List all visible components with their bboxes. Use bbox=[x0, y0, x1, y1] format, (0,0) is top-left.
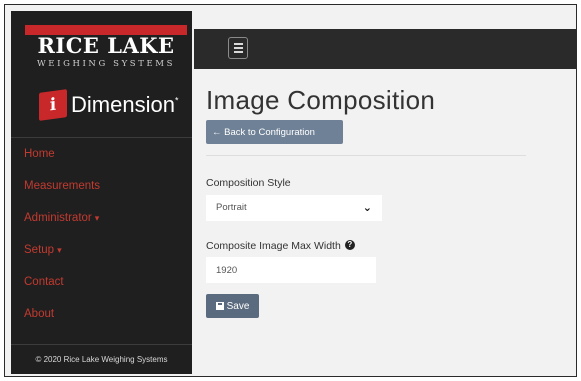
product-brand: i Dimension* bbox=[39, 89, 178, 121]
composition-style-label: Composition Style bbox=[206, 177, 291, 189]
sidebar: RICE LAKE WEIGHING SYSTEMS i Dimension* … bbox=[11, 11, 192, 374]
sidebar-item-home[interactable]: Home bbox=[24, 148, 55, 160]
app-window: RICE LAKE WEIGHING SYSTEMS i Dimension* … bbox=[4, 4, 577, 377]
sidebar-item-about[interactable]: About bbox=[24, 308, 54, 320]
save-button-label: Save bbox=[226, 300, 250, 312]
sidebar-item-contact[interactable]: Contact bbox=[24, 276, 64, 288]
hamburger-menu-button[interactable] bbox=[228, 37, 248, 59]
sidebar-item-label: About bbox=[24, 308, 55, 320]
sidebar-item-setup[interactable]: Setup ▾ bbox=[24, 244, 62, 256]
sidebar-item-label: Setup bbox=[24, 244, 55, 256]
product-name: Dimension* bbox=[71, 92, 178, 118]
hamburger-icon bbox=[233, 43, 243, 45]
hamburger-icon-line bbox=[233, 51, 243, 53]
sidebar-nav: Home Measurements Administrator ▾ Setup ▾ … bbox=[11, 137, 192, 320]
hamburger-icon-line bbox=[233, 47, 243, 49]
sidebar-item-administrator[interactable]: Administrator ▾ bbox=[24, 212, 99, 224]
logo-sub-text: WEIGHING SYSTEMS bbox=[36, 59, 176, 69]
composition-style-value: Portrait bbox=[216, 202, 247, 213]
section-divider bbox=[206, 155, 526, 156]
product-name-text: Dimension bbox=[71, 92, 175, 117]
back-to-configuration-button[interactable]: ← Back to Configuration bbox=[206, 120, 343, 144]
floppy-disk-icon bbox=[215, 302, 224, 310]
chevron-down-icon: ⌄ bbox=[362, 202, 372, 214]
caret-down-icon: ▾ bbox=[57, 245, 62, 255]
composition-style-select[interactable]: Portrait ⌄ bbox=[206, 195, 382, 221]
sidebar-item-label: Measurements bbox=[24, 180, 101, 192]
max-width-label-row: Composite Image Max Width? bbox=[206, 240, 355, 252]
save-button[interactable]: Save bbox=[206, 294, 259, 318]
max-width-label: Composite Image Max Width bbox=[206, 240, 341, 252]
max-width-input[interactable] bbox=[206, 257, 376, 283]
trademark-mark: * bbox=[174, 95, 179, 106]
sidebar-item-label: Contact bbox=[24, 276, 64, 288]
top-navbar bbox=[194, 29, 576, 69]
sidebar-item-label: Administrator bbox=[24, 212, 92, 224]
page-title: Image Composition bbox=[206, 85, 436, 115]
help-icon[interactable]: ? bbox=[344, 240, 355, 250]
brand-icon-letter: i bbox=[49, 94, 57, 116]
logo-main-text: RICE LAKE bbox=[37, 33, 175, 58]
dimension-logo-icon: i bbox=[39, 89, 67, 121]
caret-down-icon: ▾ bbox=[94, 213, 100, 223]
sidebar-item-measurements[interactable]: Measurements bbox=[24, 180, 100, 192]
rice-lake-logo: RICE LAKE WEIGHING SYSTEMS bbox=[25, 25, 187, 75]
sidebar-item-label: Home bbox=[24, 148, 55, 160]
sidebar-footer: © 2020 Rice Lake Weighing Systems bbox=[11, 344, 192, 374]
